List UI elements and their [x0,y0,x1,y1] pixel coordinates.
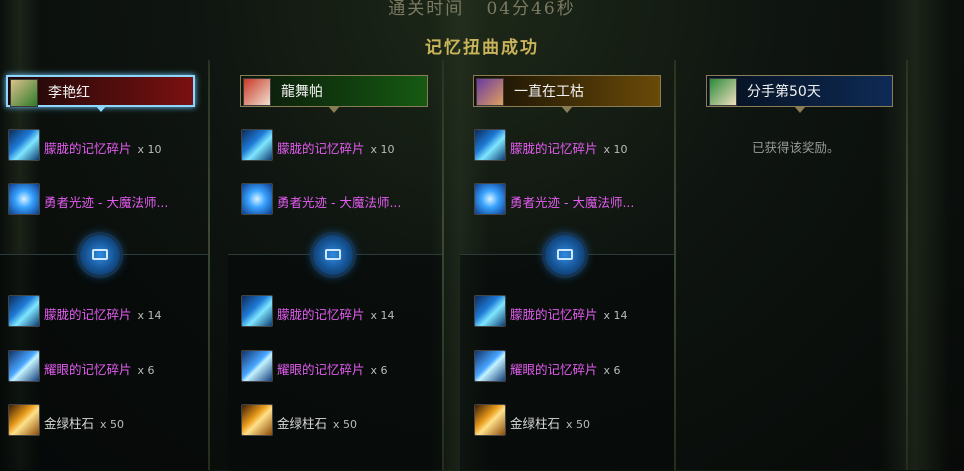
chest-icon [325,249,341,260]
chevron-down-icon [561,106,573,113]
player-name-box[interactable]: 李艳红 [6,75,195,112]
mage-skill-icon [8,183,40,215]
reward-name: 勇者光迹 - 大魔法师... [510,195,635,210]
player-column: 龍舞帕 朦胧的记忆碎片 x 10 勇者光迹 - 大魔法师... 朦胧的记忆碎片 x … [210,0,442,471]
bright-fragment-icon [474,350,506,382]
mage-skill-icon [474,183,506,215]
reward-notice: 已获得该奖励。 [752,140,840,155]
chevron-down-icon [94,105,107,112]
gold-green-stone-icon [474,404,506,436]
player-avatar [10,79,38,107]
reward-quantity: x 50 [333,418,358,431]
chevron-down-icon [793,106,806,113]
reward-quantity: x 6 [137,364,155,377]
chest-medal-icon [313,235,353,275]
reward-quantity: x 14 [603,309,628,322]
player-avatar [243,78,271,106]
reward-name: 金绿柱石 [277,416,328,431]
chevron-down-icon [328,106,340,113]
reward-name: 耀眼的记忆碎片 [277,362,365,377]
memory-fragment-icon [474,129,506,161]
reward-name: 耀眼的记忆碎片 [44,362,132,377]
player-column: 李艳红 朦胧的记忆碎片 x 10 勇者光迹 - 大魔法师... 朦胧的记忆碎片 x … [0,0,208,471]
gold-green-stone-icon [241,404,273,436]
reward-name: 金绿柱石 [510,416,561,431]
reward-quantity: x 10 [137,143,162,156]
chest-medal-icon [545,235,585,275]
reward-name: 朦胧的记忆碎片 [44,307,132,322]
reward-name: 朦胧的记忆碎片 [510,307,598,322]
memory-fragment-icon [8,295,40,327]
reward-name: 朦胧的记忆碎片 [510,141,598,156]
reward-name: 勇者光迹 - 大魔法师... [277,195,402,210]
reward-name: 勇者光迹 - 大魔法师... [44,195,169,210]
reward-name: 朦胧的记忆碎片 [277,141,365,156]
bright-fragment-icon [8,350,40,382]
mage-skill-icon [241,183,273,215]
player-column: 分手第50天 已获得该奖励。 [676,0,906,470]
chest-icon [557,249,573,260]
reward-quantity: x 50 [566,418,591,431]
player-name: 分手第50天 [747,84,821,100]
memory-fragment-icon [241,129,273,161]
memory-fragment-icon [8,129,40,161]
reward-quantity: x 14 [137,309,162,322]
reward-name: 耀眼的记忆碎片 [510,362,598,377]
reward-quantity: x 14 [370,309,395,322]
player-column: 一直在工枯 朦胧的记忆碎片 x 10 勇者光迹 - 大魔法师... 朦胧的记忆碎片… [444,0,674,471]
memory-fragment-icon [241,295,273,327]
column-divider [906,60,908,470]
gold-green-stone-icon [8,404,40,436]
reward-quantity: x 50 [100,418,125,431]
player-avatar [709,78,737,106]
reward-name: 金绿柱石 [44,416,95,431]
reward-quantity: x 10 [603,143,628,156]
reward-name: 朦胧的记忆碎片 [44,141,132,156]
reward-quantity: x 6 [370,364,388,377]
player-name: 龍舞帕 [281,84,323,100]
player-avatar [476,78,504,106]
chest-medal-icon [80,235,120,275]
player-name-box[interactable]: 一直在工枯 [473,75,661,113]
bright-fragment-icon [241,350,273,382]
chest-icon [92,249,108,260]
player-name-box[interactable]: 分手第50天 [706,75,893,113]
player-name: 一直在工枯 [514,84,584,100]
reward-name: 朦胧的记忆碎片 [277,307,365,322]
reward-quantity: x 10 [370,143,395,156]
player-name-box[interactable]: 龍舞帕 [240,75,428,113]
reward-quantity: x 6 [603,364,621,377]
memory-fragment-icon [474,295,506,327]
player-name: 李艳红 [48,85,90,101]
